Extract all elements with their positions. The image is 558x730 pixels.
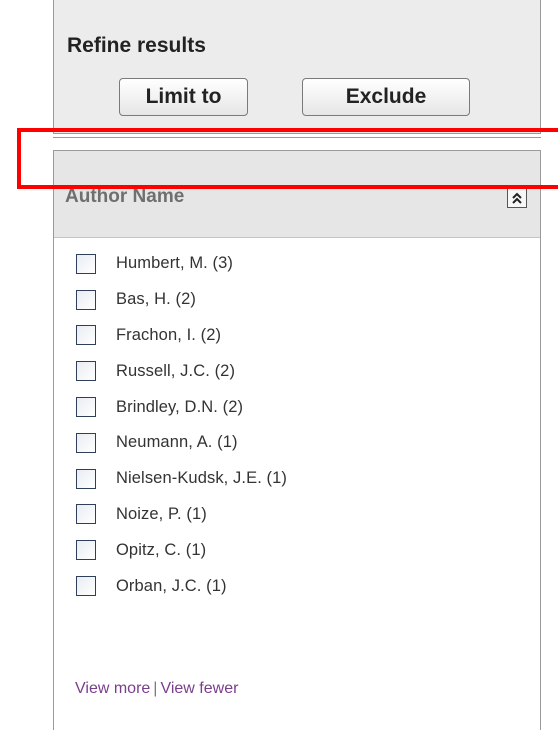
author-name-title: Author Name [65,186,185,207]
refine-results-panel: Refine results Limit to Exclude [53,0,541,138]
author-checkbox[interactable] [76,468,96,489]
view-links: View more | View fewer [75,680,238,698]
author-label: Frachon, I. (2) [116,325,222,344]
view-more-link[interactable]: View more [75,680,150,697]
author-item-noize: Noize, P. (1) [76,497,287,533]
author-item-russell: Russell, J.C. (2) [76,353,287,389]
author-label: Russell, J.C. (2) [116,361,236,380]
author-label: Bas, H. (2) [116,290,196,309]
author-label: Opitz, C. (1) [116,540,207,559]
author-item-orban: Orban, J.C. (1) [76,568,287,604]
author-label: Neumann, A. (1) [116,433,238,452]
author-label: Humbert, M. (3) [116,254,234,273]
author-checkbox[interactable] [76,540,96,561]
view-fewer-link[interactable]: View fewer [160,680,238,697]
author-checkbox[interactable] [76,504,96,525]
author-checkbox[interactable] [76,397,96,418]
author-item-frachon: Frachon, I. (2) [76,318,287,354]
author-list: Humbert, M. (3) Bas, H. (2) Frachon, I. … [76,246,287,604]
author-item-brindley: Brindley, D.N. (2) [76,389,287,425]
author-label: Brindley, D.N. (2) [116,397,244,416]
limit-to-button[interactable]: Limit to [119,78,248,116]
author-label: Orban, J.C. (1) [116,576,227,595]
highlight-rectangle [17,128,558,189]
author-label: Noize, P. (1) [116,504,207,523]
link-separator: | [153,680,158,697]
author-checkbox[interactable] [76,289,96,310]
author-name-facet: Author Name Humbert, M. (3) Bas, H. (2) … [53,150,541,730]
author-checkbox[interactable] [76,361,96,382]
author-label: Nielsen-Kudsk, J.E. (1) [116,469,288,488]
exclude-button[interactable]: Exclude [302,78,470,116]
author-checkbox[interactable] [76,325,96,346]
author-checkbox[interactable] [76,576,96,597]
author-item-humbert: Humbert, M. (3) [76,246,287,282]
author-item-opitz: Opitz, C. (1) [76,532,287,568]
author-item-neumann: Neumann, A. (1) [76,425,287,461]
author-checkbox[interactable] [76,432,96,453]
author-item-nielsen-kudsk: Nielsen-Kudsk, J.E. (1) [76,461,287,497]
author-item-bas: Bas, H. (2) [76,282,287,318]
author-checkbox[interactable] [76,253,96,274]
refine-results-title: Refine results [67,34,206,57]
collapse-icon[interactable] [507,188,527,208]
